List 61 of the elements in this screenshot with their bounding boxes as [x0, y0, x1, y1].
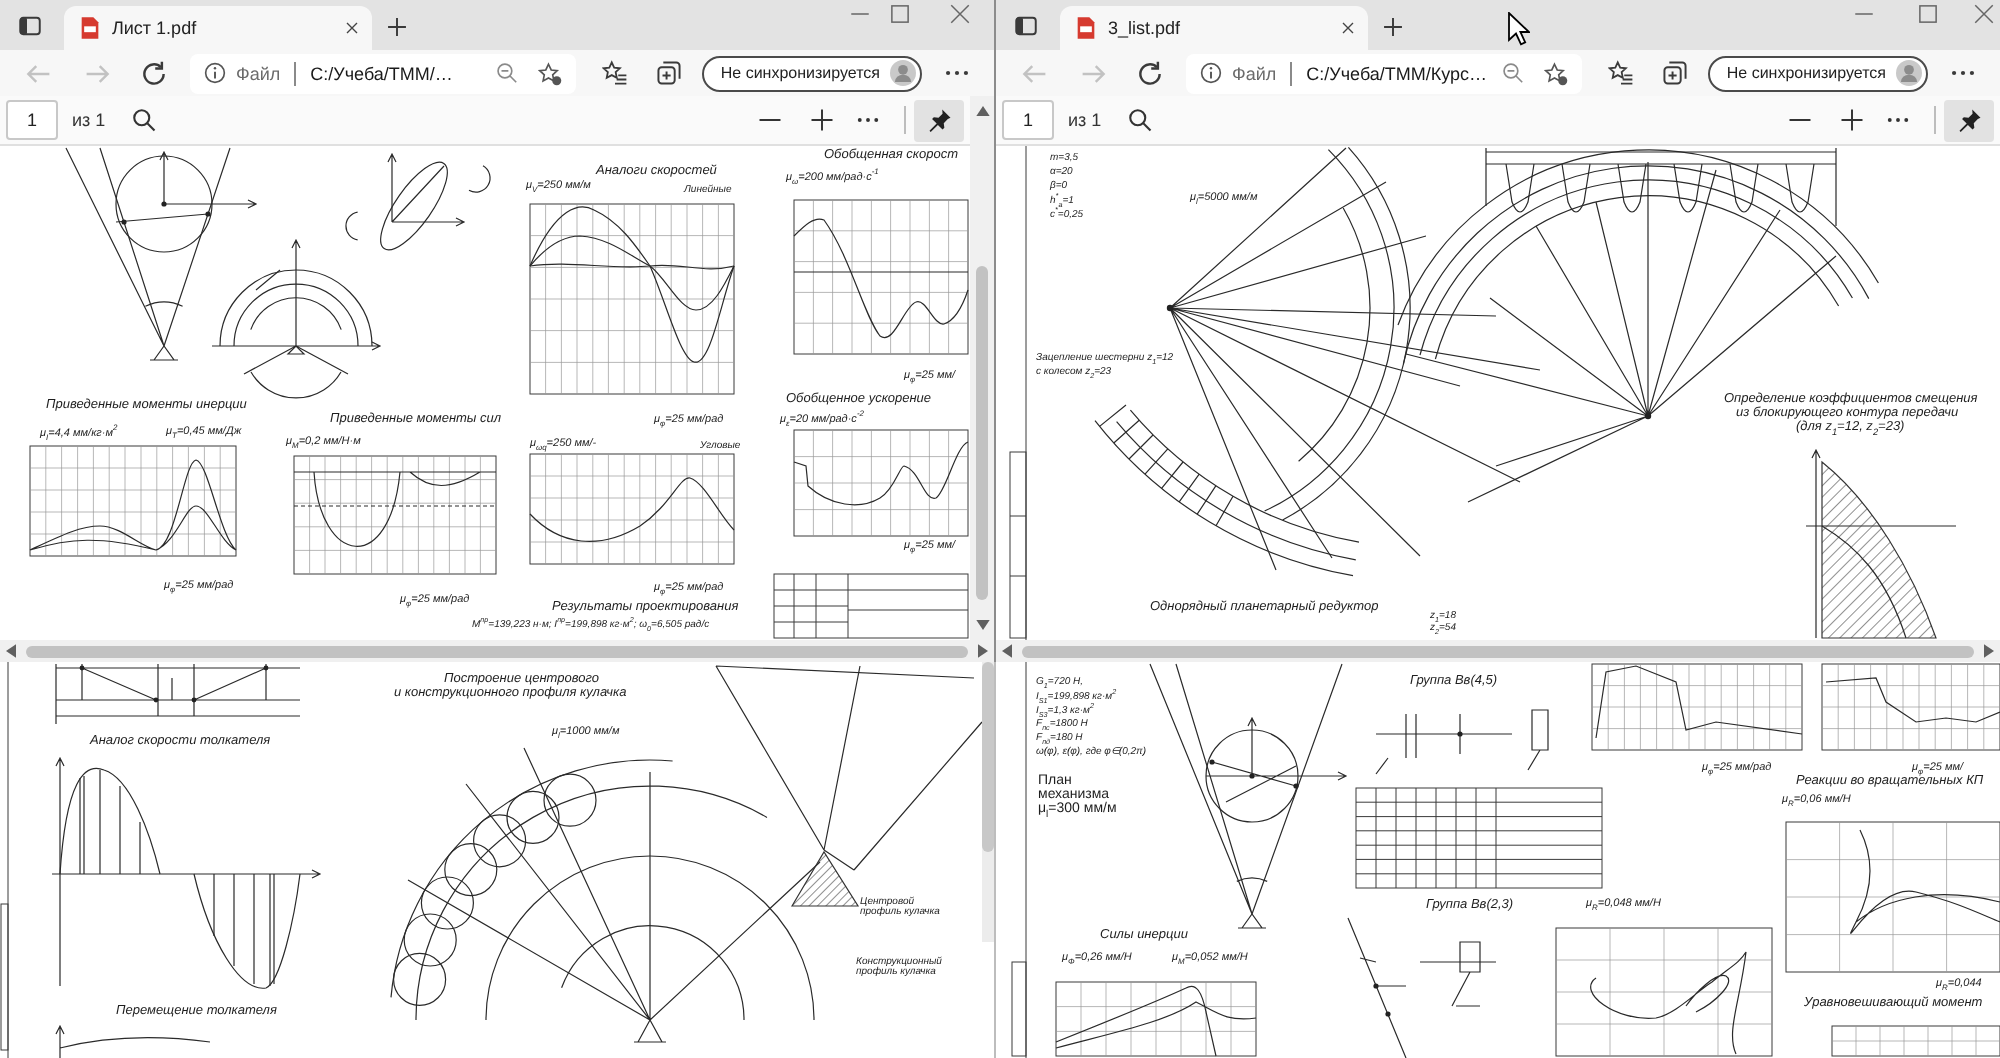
scroll-down-icon[interactable] — [975, 620, 989, 630]
address-bar[interactable]: Файл C:/Учеба/ТММ/Курс… — [1186, 53, 1583, 93]
page-number-field[interactable]: 1 — [6, 100, 58, 140]
mouse-pointer-icon — [1508, 12, 1530, 46]
refresh-icon[interactable] — [1136, 59, 1164, 87]
add-favorite-icon[interactable] — [538, 61, 563, 85]
scrollbar-thumb[interactable] — [982, 662, 994, 852]
search-icon[interactable] — [1127, 108, 1152, 132]
close-icon[interactable] — [950, 4, 970, 24]
close-tab-icon[interactable] — [344, 20, 360, 36]
pdf-file-icon — [80, 16, 100, 40]
avatar-icon — [1896, 60, 1922, 86]
close-tab-icon[interactable] — [1340, 20, 1356, 36]
scroll-left-icon[interactable] — [1002, 644, 1012, 658]
page-count-label: из 1 — [1068, 110, 1102, 130]
address-text[interactable]: C:/Учеба/ТММ/… — [310, 63, 453, 83]
scrollbar-thumb[interactable] — [26, 645, 968, 657]
collections-icon[interactable] — [656, 60, 683, 86]
info-icon[interactable] — [1200, 62, 1222, 84]
avatar-icon — [890, 60, 916, 86]
page-number-field[interactable]: 1 — [1002, 100, 1054, 140]
pin-icon — [1957, 108, 1981, 132]
vertical-scrollbar[interactable] — [982, 662, 994, 942]
address-scheme-label: Файл — [236, 63, 281, 83]
scroll-right-icon[interactable] — [1984, 644, 1994, 658]
new-tab-icon[interactable] — [1382, 16, 1404, 38]
scrollbar-thumb[interactable] — [976, 266, 988, 600]
close-icon[interactable] — [1974, 4, 1994, 24]
favorites-icon[interactable] — [602, 60, 629, 86]
page-count-label: из 1 — [72, 110, 106, 130]
horizontal-scrollbar[interactable] — [0, 640, 994, 662]
pin-icon — [927, 108, 951, 132]
scroll-left-icon[interactable] — [6, 644, 16, 658]
scrollbar-thumb[interactable] — [1022, 645, 1974, 657]
maximize-icon[interactable] — [1918, 4, 1938, 24]
address-bar[interactable]: Файл C:/Учеба/ТММ/… — [190, 53, 577, 93]
refresh-icon[interactable] — [140, 59, 168, 87]
browser-tab[interactable]: Лист 1.pdf — [64, 6, 372, 50]
tab-actions-icon[interactable] — [1014, 14, 1038, 38]
vertical-scrollbar[interactable] — [970, 96, 994, 640]
collections-icon[interactable] — [1662, 60, 1689, 86]
horizontal-scrollbar[interactable] — [996, 640, 2000, 662]
scroll-up-icon[interactable] — [975, 106, 989, 116]
info-icon[interactable] — [204, 62, 226, 84]
address-scheme-label: Файл — [1232, 63, 1277, 83]
search-icon[interactable] — [131, 108, 156, 132]
pin-button[interactable] — [1944, 99, 1994, 141]
address-text[interactable]: C:/Учеба/ТММ/Курс… — [1306, 63, 1488, 83]
pin-button[interactable] — [914, 99, 964, 141]
maximize-icon[interactable] — [890, 4, 910, 24]
pdf-file-icon — [1076, 16, 1096, 40]
browser-tab[interactable]: 3_list.pdf — [1060, 6, 1368, 50]
add-favorite-icon[interactable] — [1544, 61, 1569, 85]
zoom-in-icon[interactable] — [810, 108, 834, 132]
zoom-in-icon[interactable] — [1840, 108, 1864, 132]
new-tab-icon[interactable] — [386, 16, 408, 38]
tab-actions-icon[interactable] — [18, 14, 42, 38]
profile-button[interactable]: Не синхронизируется — [702, 55, 922, 91]
favorites-icon[interactable] — [1608, 60, 1635, 86]
scroll-right-icon[interactable] — [978, 644, 988, 658]
profile-button[interactable]: Не синхронизируется — [1708, 55, 1928, 91]
